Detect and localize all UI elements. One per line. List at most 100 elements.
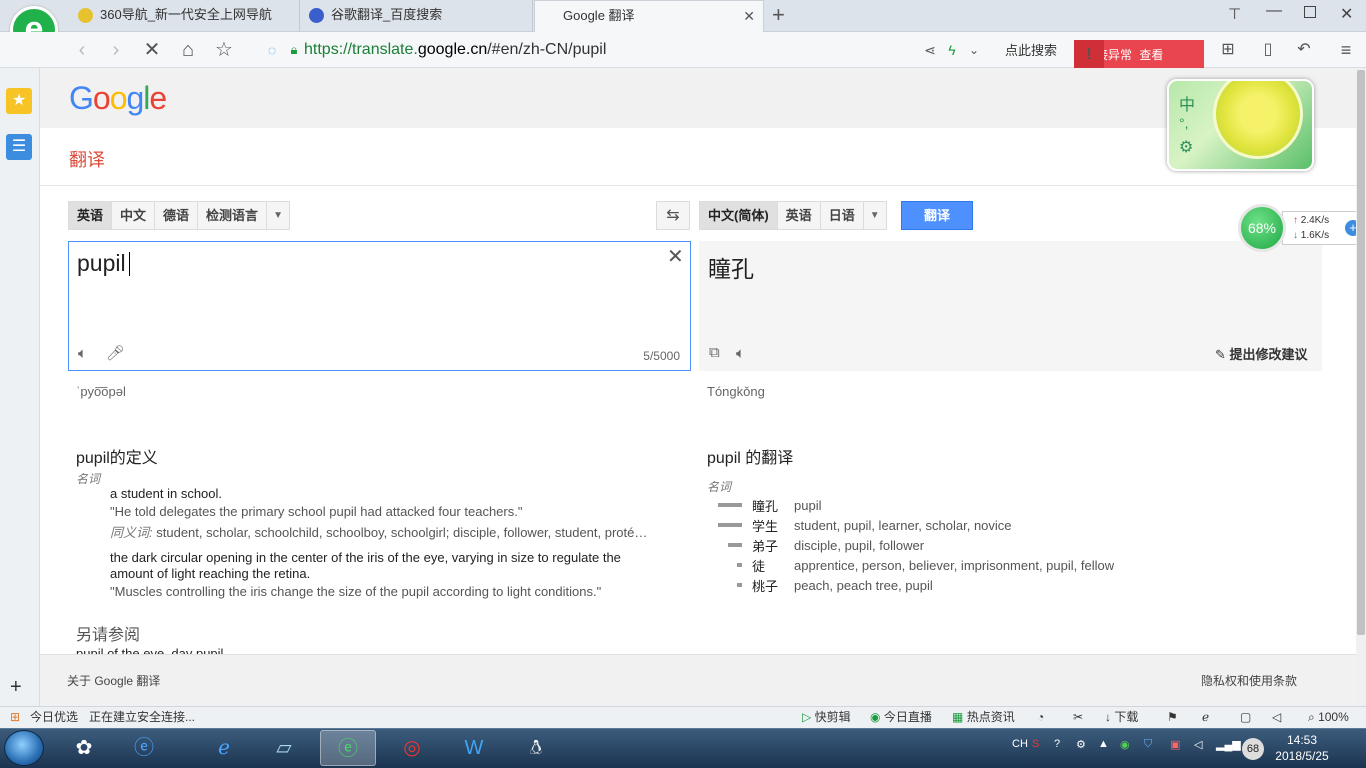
notes-app-icon[interactable]: ▱: [256, 730, 312, 766]
network-warning-icon[interactable]: ▣: [1170, 738, 1180, 751]
start-button-icon[interactable]: [4, 730, 44, 766]
target-lang-japanese[interactable]: 日语: [821, 202, 864, 229]
zoom-control[interactable]: ⌕ 100%: [1308, 707, 1349, 727]
new-tab-icon[interactable]: +: [772, 2, 785, 28]
target-lang-english[interactable]: 英语: [778, 202, 821, 229]
favorite-star-icon[interactable]: ☆: [212, 38, 236, 62]
clear-input-icon[interactable]: ✕: [667, 244, 684, 269]
wps-app-icon[interactable]: W: [446, 730, 502, 766]
undo-icon[interactable]: ↶: [1292, 38, 1316, 62]
tray-expand-icon[interactable]: ▲: [1098, 738, 1109, 750]
clean-icon[interactable]: ✂: [1073, 707, 1083, 727]
signal-icon[interactable]: ▂▄▆: [1216, 738, 1241, 751]
window-icon[interactable]: ▢: [1240, 707, 1251, 727]
netease-music-icon[interactable]: ◎: [384, 730, 440, 766]
apps-grid-icon[interactable]: ⊞: [1216, 38, 1240, 62]
reverse-translations[interactable]: disciple, pupil, follower: [794, 538, 924, 553]
favorites-star-icon[interactable]: ★: [6, 88, 32, 114]
reverse-translations[interactable]: student, pupil, learner, scholar, novice: [794, 518, 1012, 533]
shirt-skin-icon[interactable]: ⊤: [1228, 5, 1241, 23]
google-logo[interactable]: Google: [69, 80, 167, 117]
scrollbar-thumb[interactable]: [1357, 70, 1365, 635]
reading-list-icon[interactable]: ☰: [6, 134, 32, 160]
see-also-links[interactable]: pupil of the eye, day pupil: [76, 646, 223, 654]
translation-word[interactable]: 弟子: [752, 536, 794, 555]
source-lang-english[interactable]: 英语: [69, 202, 113, 229]
360-tray-icon[interactable]: ◉: [1120, 738, 1130, 751]
memory-ball-widget[interactable]: 68%: [1238, 204, 1286, 252]
input-language[interactable]: CH: [1012, 738, 1028, 750]
suggest-edit-button[interactable]: ✎ 提出修改建议: [1215, 344, 1308, 363]
ime-chinese-icon[interactable]: 中: [1179, 91, 1195, 115]
chevron-down-icon[interactable]: ⌄: [962, 38, 986, 62]
source-lang-chinese[interactable]: 中文: [112, 202, 156, 229]
system-clock[interactable]: 14:53 2018/5/25: [1270, 732, 1334, 764]
copy-icon[interactable]: ⧉: [709, 344, 720, 361]
minimize-icon[interactable]: —: [1266, 2, 1282, 20]
ie-mode-icon[interactable]: ℯ: [1202, 707, 1209, 727]
stop-loading-icon[interactable]: ✕: [140, 38, 164, 62]
360-browser-active-icon[interactable]: ⓔ: [320, 730, 376, 766]
error-view-link[interactable]: 查看: [1139, 48, 1163, 62]
swap-languages-button[interactable]: ⇆: [656, 201, 690, 230]
synonyms-list[interactable]: student, scholar, schoolchild, schoolboy…: [156, 525, 647, 540]
volume-icon[interactable]: ◁: [1194, 738, 1202, 751]
privacy-link[interactable]: 隐私权和使用条款: [1201, 672, 1297, 689]
tray-badge[interactable]: 68: [1242, 738, 1264, 760]
translation-word[interactable]: 桃子: [752, 576, 794, 595]
internet-explorer-icon[interactable]: ℯ: [196, 730, 252, 766]
speaker-icon[interactable]: 🔈︎: [78, 345, 87, 362]
maximize-icon[interactable]: [1304, 6, 1316, 18]
click-search-button[interactable]: 点此搜索: [1005, 40, 1057, 59]
download-link[interactable]: ↓ 下载: [1105, 707, 1138, 727]
target-lang-chinese-simplified[interactable]: 中文(简体): [700, 202, 778, 229]
lightning-icon[interactable]: ϟ: [940, 38, 964, 62]
help-icon[interactable]: ?: [1054, 738, 1060, 750]
reverse-translations[interactable]: peach, peach tree, pupil: [794, 578, 933, 593]
video-clip-link[interactable]: ▷ 快剪辑: [802, 707, 851, 727]
live-link[interactable]: ◉ 今日直播: [870, 707, 932, 727]
url-field[interactable]: https://translate.google.cn/#en/zh-CN/pu…: [304, 36, 944, 64]
360-browser-app-icon[interactable]: ⓔ: [116, 730, 172, 766]
forward-icon[interactable]: ›: [104, 38, 128, 62]
ime-settings-gear-icon[interactable]: ⚙: [1179, 137, 1193, 157]
reverse-translations[interactable]: apprentice, person, believer, imprisonme…: [794, 558, 1114, 573]
pinwheel-app-icon[interactable]: ✿: [56, 730, 112, 766]
speed-icon[interactable]: ◔: [1037, 707, 1044, 727]
input-method-skin-widget[interactable]: 中 °, ⚙: [1167, 79, 1314, 171]
source-lang-german[interactable]: 德语: [155, 202, 199, 229]
translate-button[interactable]: 翻译: [901, 201, 973, 230]
connection-error-badge[interactable]: ! 连接异常 查看: [1074, 40, 1204, 70]
settings-icon[interactable]: ⚙: [1076, 738, 1086, 751]
close-window-icon[interactable]: ✕: [1340, 4, 1353, 24]
ime-punct-icon[interactable]: °,: [1179, 115, 1189, 131]
sound-icon[interactable]: ◁: [1272, 707, 1281, 727]
reverse-translations[interactable]: pupil: [794, 498, 821, 513]
translation-word[interactable]: 徒: [752, 556, 794, 575]
share-icon[interactable]: ⋖: [918, 38, 942, 62]
sogou-ime-icon[interactable]: S: [1032, 738, 1039, 750]
speaker-icon[interactable]: 🔈︎: [736, 345, 745, 362]
source-lang-detect[interactable]: 检测语言: [198, 202, 268, 229]
microphone-icon[interactable]: 🎤︎: [106, 344, 125, 362]
translation-word[interactable]: 学生: [752, 516, 794, 535]
flag-icon[interactable]: ⚑: [1167, 707, 1178, 727]
home-icon[interactable]: ⌂: [176, 38, 200, 62]
about-link[interactable]: 关于 Google 翻译: [67, 672, 160, 689]
translation-word[interactable]: 瞳孔: [752, 496, 794, 515]
menu-icon[interactable]: ≡: [1334, 38, 1358, 62]
shield-icon[interactable]: ⛉: [1144, 738, 1152, 751]
add-sidebar-icon[interactable]: +: [10, 676, 22, 699]
target-lang-dropdown-icon[interactable]: ▼: [864, 202, 886, 229]
tab-baidu-search[interactable]: 谷歌翻译_百度搜索: [301, 0, 533, 32]
close-tab-icon[interactable]: ✕: [743, 1, 755, 31]
tab-360-nav[interactable]: 360导航_新一代安全上网导航: [70, 0, 300, 32]
source-lang-dropdown-icon[interactable]: ▼: [267, 202, 289, 229]
source-text-input[interactable]: [68, 241, 691, 371]
qq-penguin-icon[interactable]: 🐧︎: [508, 730, 564, 766]
daily-picks-link[interactable]: 今日优选: [30, 707, 78, 727]
news-link[interactable]: ▦ 热点资讯: [952, 707, 1015, 727]
tab-google-translate[interactable]: Google 翻译 ✕: [534, 0, 764, 32]
back-icon[interactable]: ‹: [70, 38, 94, 62]
reader-icon[interactable]: ▯: [1256, 38, 1280, 62]
